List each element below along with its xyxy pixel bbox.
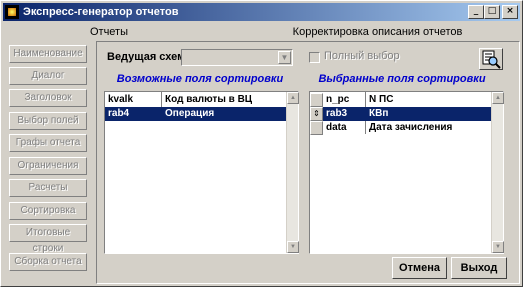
table-row[interactable]: n_pc N ПС	[310, 93, 503, 107]
main-window: Экспресс-генератор отчетов _ □ × Отчеты …	[0, 0, 523, 287]
app-icon	[5, 5, 19, 19]
field-code: n_pc	[326, 94, 350, 105]
maximize-button[interactable]: □	[484, 5, 500, 19]
field-name: Операция	[165, 108, 215, 119]
title-bar: Экспресс-генератор отчетов _ □ ×	[3, 3, 520, 21]
main-panel: Ведущая схема : ▼ Полный выбор Возможные…	[96, 41, 520, 284]
close-button[interactable]: ×	[502, 5, 518, 19]
chosen-scrollbar[interactable]: ▲ ▼	[491, 92, 504, 253]
field-name: Код валюты в ВЦ	[165, 94, 253, 105]
sidebar-item-name[interactable]: Наименование	[9, 45, 87, 63]
full-select-checkbox[interactable]	[309, 52, 320, 63]
magnifier-document-icon	[482, 50, 501, 69]
row-indicator	[310, 93, 323, 107]
tab-reports[interactable]: Отчеты	[3, 22, 215, 42]
sidebar-item-dialog[interactable]: Диалог	[9, 67, 87, 85]
available-scrollbar[interactable]: ▲ ▼	[286, 92, 299, 253]
field-name: Дата зачисления	[369, 122, 453, 133]
field-code: kvalk	[108, 94, 134, 105]
sidebar-item-header[interactable]: Заголовок	[9, 89, 87, 107]
field-name: КВп	[369, 108, 389, 119]
available-fields-grid[interactable]: kvalk Код валюты в ВЦ rab4 Операция ▲ ▼	[104, 91, 299, 254]
window-title: Экспресс-генератор отчетов	[23, 6, 179, 18]
sidebar-item-columns[interactable]: Графы отчета	[9, 134, 87, 152]
scroll-up-icon[interactable]: ▲	[287, 92, 299, 104]
drag-handle-icon[interactable]: ⇕	[310, 107, 323, 121]
table-row[interactable]: kvalk Код валюты в ВЦ	[105, 93, 298, 107]
field-code: rab3	[326, 108, 348, 119]
table-row[interactable]: ⇕ rab3 КВп	[310, 107, 503, 121]
chosen-fields-heading: Выбранные поля сортировки	[318, 73, 486, 85]
sidebar-item-build-report[interactable]: Сборка отчета	[9, 253, 87, 271]
sidebar: Наименование Диалог Заголовок Выбор поле…	[3, 41, 91, 281]
preview-button[interactable]	[479, 48, 503, 70]
sidebar-item-totals[interactable]: Итоговые строки	[9, 224, 87, 254]
field-name: N ПС	[369, 94, 394, 105]
table-row[interactable]: data Дата зачисления	[310, 121, 503, 135]
cancel-button[interactable]: Отмена	[392, 257, 447, 279]
full-select-label: Полный выбор	[324, 50, 400, 62]
sidebar-item-restrictions[interactable]: Ограничения	[9, 157, 87, 175]
available-fields-heading: Возможные поля сортировки	[116, 73, 284, 85]
tab-edit-description[interactable]: Корректировка описания отчетов	[235, 22, 520, 42]
field-code: rab4	[108, 108, 130, 119]
minimize-button[interactable]: _	[468, 5, 484, 19]
schema-dropdown[interactable]: ▼	[181, 49, 293, 66]
field-code: data	[326, 122, 347, 133]
sidebar-item-field-select[interactable]: Выбор полей	[9, 112, 87, 130]
tab-bar: Отчеты Корректировка описания отчетов	[3, 22, 520, 42]
sidebar-item-sorting[interactable]: Сортировка	[9, 202, 87, 220]
table-row[interactable]: rab4 Операция	[105, 107, 298, 121]
scroll-up-icon[interactable]: ▲	[492, 92, 504, 104]
chosen-fields-grid[interactable]: n_pc N ПС ⇕ rab3 КВп data Дата зачислени…	[309, 91, 504, 254]
scroll-down-icon[interactable]: ▼	[492, 241, 504, 253]
chevron-down-icon[interactable]: ▼	[278, 51, 291, 64]
scroll-down-icon[interactable]: ▼	[287, 241, 299, 253]
sidebar-item-calculations[interactable]: Расчеты	[9, 179, 87, 197]
row-indicator	[310, 121, 323, 135]
exit-button[interactable]: Выход	[451, 257, 507, 279]
